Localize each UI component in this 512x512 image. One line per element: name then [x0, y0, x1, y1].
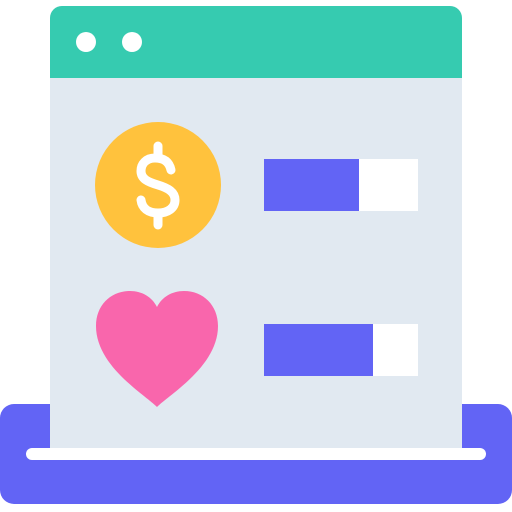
health-level-meter [264, 324, 418, 376]
window-control-dot-1[interactable] [76, 32, 96, 52]
heart-icon [94, 290, 220, 408]
money-level-fill [264, 159, 360, 211]
window-titlebar [50, 6, 462, 78]
base-shelf-line [26, 448, 486, 460]
dollar-coin-icon [95, 122, 221, 248]
health-level-fill [264, 324, 374, 376]
window-control-dot-2[interactable] [122, 32, 142, 52]
browser-window-illustration [0, 0, 512, 512]
money-level-meter [264, 159, 418, 211]
